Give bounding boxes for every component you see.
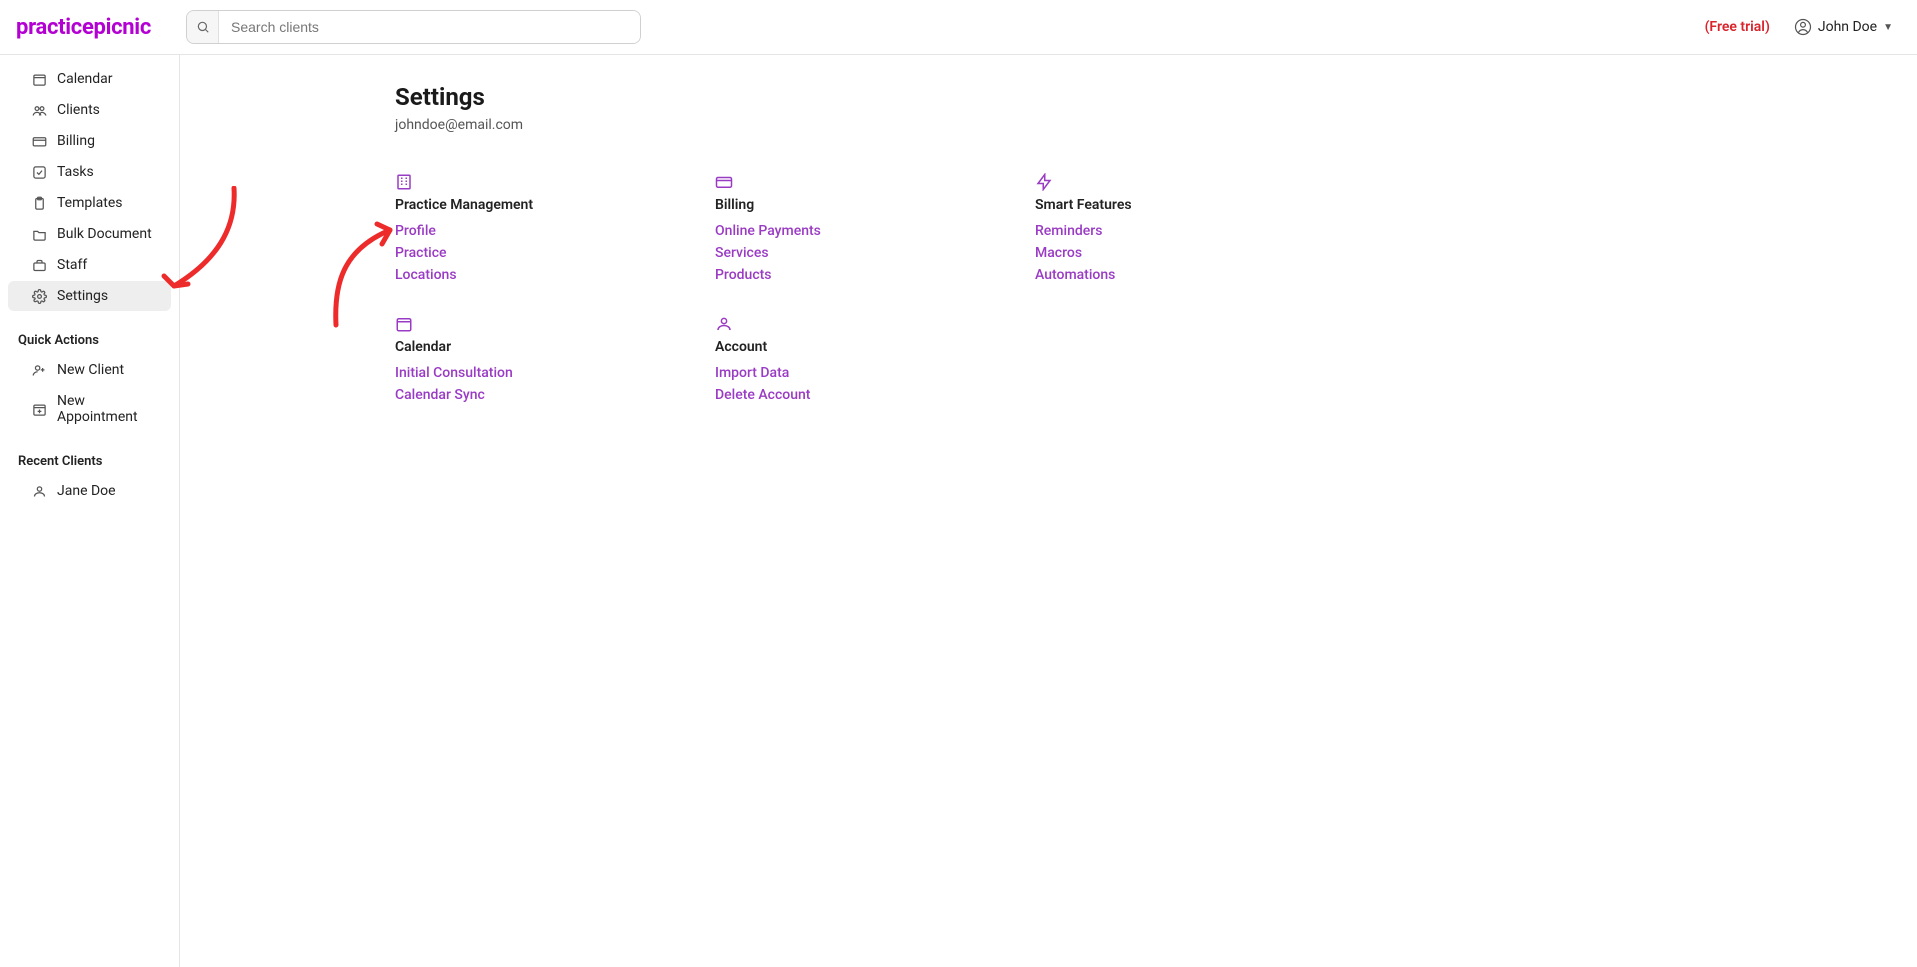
page-title: Settings: [395, 83, 1917, 111]
user-plus-icon: [32, 363, 47, 378]
search-input[interactable]: [219, 11, 640, 43]
sidebar-item-label: Tasks: [57, 164, 94, 180]
bolt-icon: [1035, 173, 1053, 191]
settings-section-billing: Billing Online Payments Services Product…: [715, 173, 1035, 283]
sidebar-item-label: Settings: [57, 288, 108, 304]
recent-client-label: Jane Doe: [57, 483, 116, 499]
page-subtitle: johndoe@email.com: [395, 117, 1917, 133]
settings-section-practice-management: Practice Management Profile Practice Loc…: [395, 173, 715, 283]
quick-action-label: New Client: [57, 362, 124, 378]
chevron-down-icon: ▼: [1883, 22, 1893, 33]
logo: practicepicnic: [16, 15, 176, 40]
search-icon: [187, 11, 219, 43]
sidebar-item-settings[interactable]: Settings: [8, 281, 171, 311]
card-icon: [715, 173, 733, 191]
clipboard-icon: [32, 196, 47, 211]
calendar-icon: [32, 72, 47, 87]
settings-link-initial-consultation[interactable]: Initial Consultation: [395, 365, 715, 381]
settings-link-online-payments[interactable]: Online Payments: [715, 223, 1035, 239]
sidebar-item-bulk-document[interactable]: Bulk Document: [8, 219, 171, 249]
account-icon: [715, 315, 733, 333]
sidebar-item-label: Templates: [57, 195, 123, 211]
sidebar-nav: Calendar Clients Billing Tasks Templates…: [0, 64, 179, 311]
settings-link-practice[interactable]: Practice: [395, 245, 715, 261]
settings-link-calendar-sync[interactable]: Calendar Sync: [395, 387, 715, 403]
settings-section-title: Billing: [715, 197, 1035, 213]
quick-actions-list: New Client New Appointment: [0, 355, 179, 432]
sidebar-item-tasks[interactable]: Tasks: [8, 157, 171, 187]
card-icon: [32, 134, 47, 149]
sidebar-item-templates[interactable]: Templates: [8, 188, 171, 218]
main-content: Settings johndoe@email.com Practice Mana…: [180, 55, 1917, 967]
recent-clients-heading: Recent Clients: [0, 444, 179, 475]
check-square-icon: [32, 165, 47, 180]
sidebar-item-calendar[interactable]: Calendar: [8, 64, 171, 94]
sidebar-item-clients[interactable]: Clients: [8, 95, 171, 125]
search-box[interactable]: [186, 10, 641, 44]
sidebar-item-label: Staff: [57, 257, 87, 273]
settings-link-automations[interactable]: Automations: [1035, 267, 1355, 283]
settings-link-locations[interactable]: Locations: [395, 267, 715, 283]
user-icon: [1794, 18, 1812, 36]
sidebar-item-billing[interactable]: Billing: [8, 126, 171, 156]
settings-link-reminders[interactable]: Reminders: [1035, 223, 1355, 239]
sidebar-item-label: Clients: [57, 102, 100, 118]
user-name-label: John Doe: [1818, 19, 1877, 35]
calendar-plus-icon: [32, 402, 47, 417]
gear-icon: [32, 289, 47, 304]
quick-action-label: New Appointment: [57, 393, 159, 425]
settings-section-account: Account Import Data Delete Account: [715, 315, 1035, 403]
sidebar-item-staff[interactable]: Staff: [8, 250, 171, 280]
settings-section-title: Calendar: [395, 339, 715, 355]
settings-grid: Practice Management Profile Practice Loc…: [395, 173, 1917, 403]
sidebar: Calendar Clients Billing Tasks Templates…: [0, 55, 180, 967]
settings-link-services[interactable]: Services: [715, 245, 1035, 261]
quick-actions-heading: Quick Actions: [0, 323, 179, 354]
sidebar-item-label: Billing: [57, 133, 95, 149]
briefcase-icon: [32, 258, 47, 273]
sidebar-item-label: Calendar: [57, 71, 113, 87]
topbar: practicepicnic (Free trial) John Doe ▼: [0, 0, 1917, 55]
quick-action-new-client[interactable]: New Client: [8, 355, 171, 385]
settings-link-products[interactable]: Products: [715, 267, 1035, 283]
clients-icon: [32, 103, 47, 118]
trial-badge[interactable]: (Free trial): [1705, 19, 1770, 35]
folder-icon: [32, 227, 47, 242]
calendar-icon: [395, 315, 413, 333]
quick-action-new-appointment[interactable]: New Appointment: [8, 386, 171, 432]
sidebar-item-label: Bulk Document: [57, 226, 152, 242]
recent-clients-list: Jane Doe: [0, 476, 179, 506]
settings-section-title: Practice Management: [395, 197, 715, 213]
settings-section-smart-features: Smart Features Reminders Macros Automati…: [1035, 173, 1355, 283]
settings-link-import-data[interactable]: Import Data: [715, 365, 1035, 381]
settings-section-title: Account: [715, 339, 1035, 355]
user-menu[interactable]: John Doe ▼: [1786, 14, 1901, 40]
settings-section-calendar: Calendar Initial Consultation Calendar S…: [395, 315, 715, 403]
settings-section-title: Smart Features: [1035, 197, 1355, 213]
settings-link-profile[interactable]: Profile: [395, 223, 715, 239]
building-icon: [395, 173, 413, 191]
settings-link-delete-account[interactable]: Delete Account: [715, 387, 1035, 403]
person-icon: [32, 484, 47, 499]
recent-client-item[interactable]: Jane Doe: [8, 476, 171, 506]
settings-link-macros[interactable]: Macros: [1035, 245, 1355, 261]
